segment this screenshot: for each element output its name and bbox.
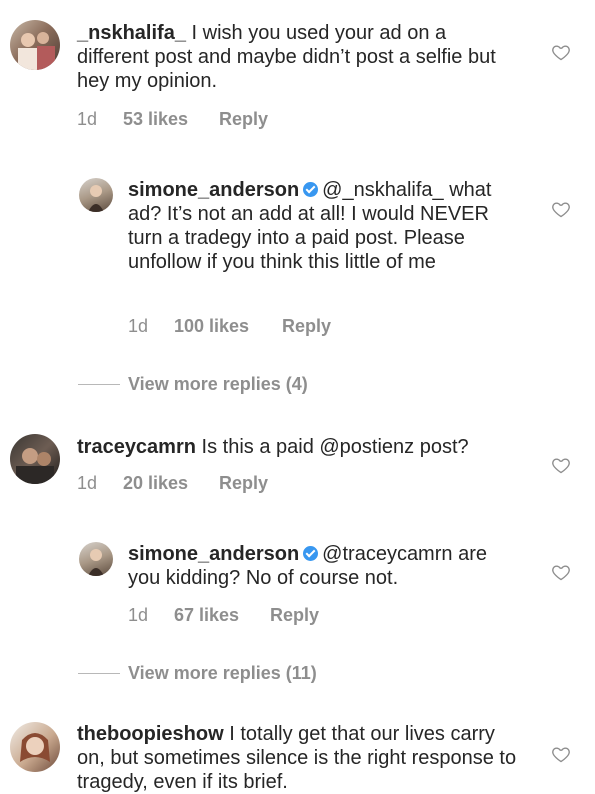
avatar[interactable]: [10, 434, 60, 484]
likes-count[interactable]: 67 likes: [174, 605, 270, 626]
comment-text: simone_anderson @_nskhalifa_ what ad? It’…: [128, 178, 518, 274]
timestamp: 1d: [128, 316, 149, 336]
heart-outline-icon[interactable]: [551, 199, 571, 219]
avatar[interactable]: [10, 722, 60, 772]
username[interactable]: theboopieshow: [77, 723, 224, 745]
divider-line: [78, 384, 120, 385]
avatar[interactable]: [10, 20, 60, 70]
comment-text: simone_anderson @traceycamrn are you kidd…: [128, 542, 518, 590]
verified-badge-icon: [303, 546, 319, 561]
mention-link[interactable]: @_nskhalifa_: [322, 179, 443, 201]
avatar[interactable]: [79, 178, 113, 212]
comment-body: Is this a paid @postienz post?: [201, 436, 469, 458]
heart-outline-icon[interactable]: [551, 42, 571, 62]
timestamp: 1d: [128, 605, 149, 625]
comment-meta: 1d 67 likes Reply: [128, 605, 319, 626]
heart-outline-icon[interactable]: [551, 455, 571, 475]
divider-line: [78, 673, 120, 674]
comment-meta: 1d 100 likes Reply: [128, 316, 331, 337]
reply-button[interactable]: Reply: [270, 605, 319, 626]
avatar-image: [16, 448, 54, 484]
avatar-image: [20, 733, 50, 762]
comment-text: theboopieshow I totally get that our liv…: [77, 722, 522, 794]
heart-outline-icon[interactable]: [551, 562, 571, 582]
view-more-label[interactable]: View more replies (11): [128, 663, 317, 684]
avatar[interactable]: [79, 542, 113, 576]
likes-count[interactable]: 20 likes: [123, 473, 219, 494]
reply-button[interactable]: Reply: [219, 109, 268, 130]
username[interactable]: simone_anderson: [128, 543, 299, 565]
comment-meta: 1d 53 likes Reply: [77, 109, 268, 130]
view-more-label[interactable]: View more replies (4): [128, 374, 308, 395]
avatar-image: [88, 185, 104, 212]
comment-text: traceycamrn Is this a paid @postienz pos…: [77, 435, 527, 459]
avatar-image: [88, 549, 104, 576]
timestamp: 1d: [77, 473, 98, 493]
verified-badge-icon: [303, 182, 319, 197]
view-more-replies[interactable]: View more replies (11): [78, 663, 317, 684]
username[interactable]: simone_anderson: [128, 179, 299, 201]
mention-link[interactable]: @traceycamrn: [322, 543, 452, 565]
username[interactable]: _nskhalifa_: [77, 22, 186, 44]
heart-outline-icon[interactable]: [551, 744, 571, 764]
reply-button[interactable]: Reply: [282, 316, 331, 337]
username[interactable]: traceycamrn: [77, 436, 196, 458]
likes-count[interactable]: 53 likes: [123, 109, 219, 130]
comment-meta: 1d 20 likes Reply: [77, 473, 268, 494]
avatar-image: [18, 32, 55, 70]
timestamp: 1d: [77, 109, 98, 129]
reply-button[interactable]: Reply: [219, 473, 268, 494]
likes-count[interactable]: 100 likes: [174, 316, 282, 337]
view-more-replies[interactable]: View more replies (4): [78, 374, 308, 395]
comment-text: _nskhalifa_ I wish you used your ad on a…: [77, 21, 507, 93]
